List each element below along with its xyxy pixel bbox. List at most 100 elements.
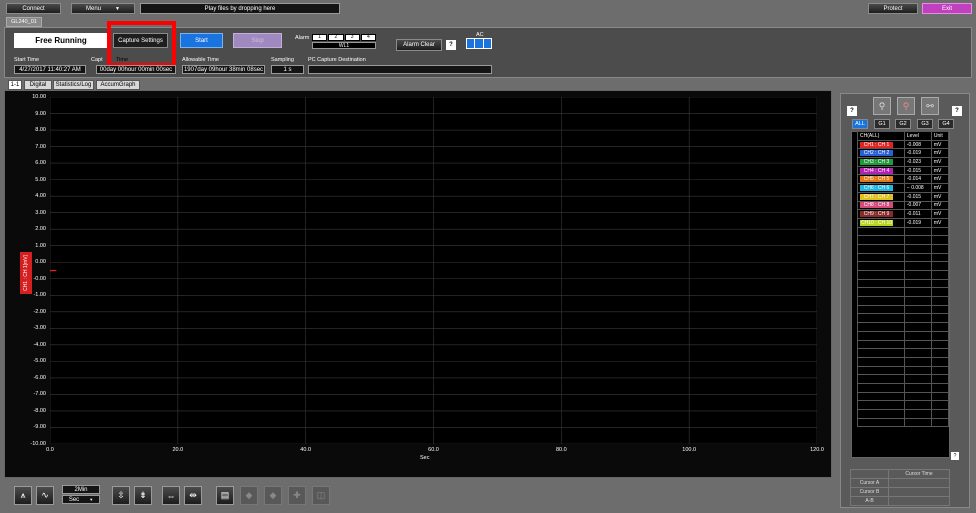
- group-tab-g4[interactable]: G4: [938, 119, 954, 129]
- channel-level: -0.015: [903, 165, 932, 176]
- y-tick-label: -7.00: [33, 391, 46, 398]
- channel-row[interactable]: CH9 : CH 9 -0.011 mV: [857, 209, 950, 219]
- y-tick-label: -3.00: [33, 325, 46, 332]
- channel-row-empty: [857, 339, 950, 350]
- cursor-a-value: [888, 478, 950, 488]
- channel-row[interactable]: CH4 : CH 4 -0.015 mV: [857, 165, 950, 176]
- help-icon[interactable]: ?: [446, 40, 456, 50]
- time-div-value[interactable]: 2Min: [62, 485, 100, 494]
- empty-cell: [857, 409, 905, 419]
- channel-tool-1-icon[interactable]: ⚲: [873, 97, 891, 115]
- empty-cell: [930, 348, 950, 358]
- channel-row[interactable]: CH6 : CH 6 − 0.008 mV: [857, 183, 950, 193]
- zoom-in-x-icon[interactable]: ⇔: [162, 486, 180, 505]
- zoom-in-y-icon[interactable]: ⇳: [112, 486, 130, 505]
- channel-unit: mV: [930, 174, 950, 185]
- alarm-slots: 1 2 3 4: [312, 34, 376, 41]
- plot-area[interactable]: [50, 97, 817, 444]
- play-files-drop-zone[interactable]: Play files by dropping here: [140, 3, 340, 14]
- empty-cell: [930, 374, 950, 384]
- start-button[interactable]: Start: [180, 33, 223, 48]
- capture-time-label-tail: Time: [116, 57, 129, 63]
- channel-row-empty: [857, 243, 950, 254]
- channel-row[interactable]: CH10 : CH 10 -0.019 mV: [857, 217, 950, 228]
- start-time-label: Start Time: [14, 57, 40, 63]
- empty-cell: [903, 409, 932, 419]
- channel-row[interactable]: CH3 : CH 3 -0.023 mV: [857, 157, 950, 167]
- marker-b-icon[interactable]: ◆: [264, 486, 282, 505]
- channel-name-cell: CH6 : CH 6: [857, 183, 905, 193]
- x-tick-label: 80.0: [555, 447, 567, 453]
- y-tick-label: 8.00: [35, 127, 46, 134]
- channel-level: -0.007: [903, 200, 932, 211]
- channel-row[interactable]: CH5 : CH 5 -0.014 mV: [857, 174, 950, 185]
- crosshair-icon[interactable]: ✚: [288, 486, 306, 505]
- alarm-slot-4: 4: [360, 34, 376, 41]
- group-tab-g1[interactable]: G1: [874, 119, 890, 129]
- empty-cell: [857, 270, 905, 280]
- channel-name: CH8 : CH 8: [860, 202, 893, 209]
- channel-row-empty: [857, 252, 950, 263]
- tab-digital[interactable]: Digital: [24, 80, 52, 90]
- channel-row-empty: [857, 409, 950, 419]
- channel-level: − 0.008: [903, 183, 932, 193]
- ac-indicator-1: [467, 39, 475, 48]
- auto-scale-icon[interactable]: ⩚: [14, 486, 32, 505]
- ac-indicator: [466, 38, 492, 49]
- channel-name-cell: CH9 : CH 9: [857, 209, 905, 219]
- right-help-icon[interactable]: ?: [847, 106, 857, 116]
- channel-unit: mV: [930, 183, 950, 193]
- zoom-out-x-icon[interactable]: ⇹: [184, 486, 202, 505]
- tab-statistics-log[interactable]: Statistics/Log: [53, 80, 94, 90]
- group-tab-g3[interactable]: G3: [917, 119, 933, 129]
- empty-cell: [930, 356, 950, 367]
- empty-cell: [903, 348, 932, 358]
- empty-cell: [857, 400, 905, 410]
- empty-cell: [930, 270, 950, 280]
- empty-cell: [903, 296, 932, 306]
- protect-button[interactable]: Protect: [868, 3, 918, 14]
- channel-row[interactable]: CH7 : CH 7 -0.015 mV: [857, 191, 950, 202]
- channel-row[interactable]: CH8 : CH 8 -0.007 mV: [857, 200, 950, 211]
- waveform-icon[interactable]: ∿: [36, 486, 54, 505]
- empty-cell: [903, 339, 932, 350]
- cursor-b-label: Cursor B: [850, 487, 889, 497]
- alarm-clear-button[interactable]: Alarm Clear: [396, 39, 442, 51]
- empty-cell: [857, 243, 905, 254]
- tab-accumgraph[interactable]: AccumGraph: [96, 80, 140, 90]
- device-tab[interactable]: GL240_01: [6, 17, 42, 27]
- exit-button[interactable]: Exit: [922, 3, 972, 14]
- marker-a-icon[interactable]: ◆: [240, 486, 258, 505]
- menu-label: Menu: [86, 5, 102, 12]
- empty-cell: [903, 304, 932, 315]
- channel-tool-2-icon[interactable]: ⚲: [897, 97, 915, 115]
- empty-cell: [930, 313, 950, 324]
- channel-tool-3-icon[interactable]: ⚯: [921, 97, 939, 115]
- empty-cell: [930, 322, 950, 332]
- cursor-reset-icon[interactable]: ◫: [312, 486, 330, 505]
- channel-row[interactable]: CH1 : CH 1 -0.008 mV: [857, 139, 950, 150]
- tab-1-1[interactable]: 1-1: [8, 80, 22, 90]
- empty-cell: [930, 287, 950, 298]
- empty-cell: [903, 417, 932, 428]
- empty-cell: [857, 365, 905, 376]
- channel-name-cell: CH3 : CH 3: [857, 157, 905, 167]
- y-tick-label: 2.00: [35, 226, 46, 233]
- channel-level: -0.014: [903, 174, 932, 185]
- zoom-out-y-icon[interactable]: ⇟: [134, 486, 152, 505]
- right-scroll-help-icon[interactable]: ?: [951, 452, 959, 460]
- connect-button[interactable]: Connect: [6, 3, 61, 14]
- empty-cell: [930, 278, 950, 289]
- channel-unit: mV: [930, 191, 950, 202]
- display-icon[interactable]: ▤: [216, 486, 234, 505]
- y-tick-label: -8.00: [33, 407, 46, 414]
- right-help-icon-2[interactable]: ?: [952, 106, 962, 116]
- cursor-ab-label: A-B: [850, 496, 889, 506]
- time-unit-select[interactable]: Sec ▼: [62, 495, 100, 504]
- channel-row[interactable]: CH2 : CH 2 -0.019 mV: [857, 148, 950, 159]
- group-tab-g2[interactable]: G2: [895, 119, 911, 129]
- group-tab-all[interactable]: ALL: [852, 119, 868, 129]
- menu-button[interactable]: Menu ▼: [71, 3, 135, 14]
- channel-name: CH6 : CH 6: [860, 184, 893, 191]
- stop-button[interactable]: Stop: [233, 33, 282, 48]
